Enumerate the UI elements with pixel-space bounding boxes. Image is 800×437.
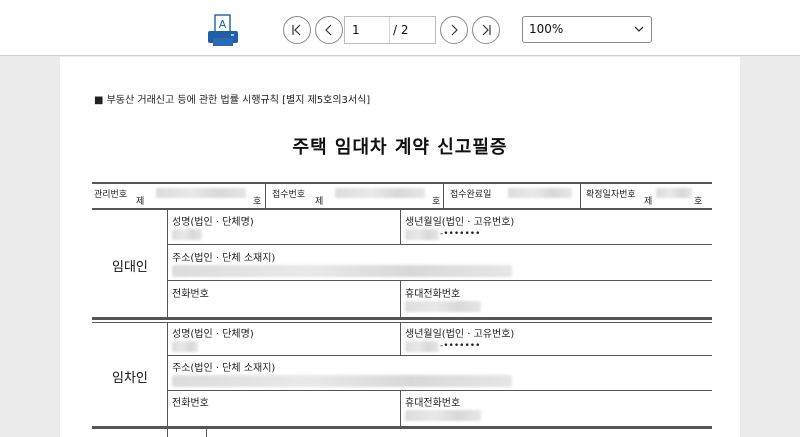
table-top-border [92, 182, 712, 184]
je-label: 제 [315, 197, 324, 207]
divider [265, 184, 266, 208]
first-page-button[interactable] [283, 16, 311, 44]
lessee-section-label: 임차인 [112, 371, 148, 386]
divider [400, 390, 401, 426]
lessor-section-label: 임대인 [112, 260, 148, 275]
redacted-value [405, 301, 481, 312]
lessor-mobile-label: 휴대전화번호 [405, 289, 461, 300]
lessee-birth-mask: -••••••• [440, 341, 481, 351]
lessee-name-label: 성명(법인 · 단체명) [172, 329, 254, 340]
divider [400, 323, 401, 355]
receipt-no-label: 접수번호 [272, 190, 306, 200]
section-divider [92, 317, 712, 320]
divider [443, 184, 444, 208]
prev-page-button[interactable] [315, 16, 343, 44]
print-button[interactable]: A [206, 14, 240, 48]
last-page-icon [482, 24, 491, 36]
redacted-value [405, 341, 439, 352]
redacted-value [656, 188, 692, 198]
printer-icon: A [208, 14, 238, 46]
je-label: 제 [136, 197, 145, 207]
redacted-value [172, 341, 198, 352]
divider [167, 323, 168, 426]
viewer-toolbar: A 1 / 2 100% [0, 0, 800, 56]
lessor-name-label: 성명(법인 · 단체명) [172, 217, 254, 228]
confirm-date-label: 확정일자번호 [586, 190, 636, 200]
last-page-button[interactable] [472, 16, 500, 44]
redacted-value [172, 375, 512, 387]
lessor-birth-label: 생년월일(법인 · 고유번호) [405, 217, 515, 228]
lessor-address-label: 주소(법인 · 단체 소재지) [172, 253, 276, 264]
divider [167, 390, 712, 391]
redacted-value [156, 188, 246, 198]
regulation-line: ■ 부동산 거래신고 등에 관한 법률 시행규칙 [별지 제5호의3서식] [94, 95, 371, 106]
redacted-value [172, 265, 512, 277]
divider [167, 244, 712, 245]
divider [167, 210, 168, 317]
chevron-down-icon [634, 26, 644, 32]
lessee-mobile-label: 휴대전화번호 [405, 398, 461, 409]
lessee-address-label: 주소(법인 · 단체 소재지) [172, 363, 276, 374]
first-page-icon [292, 24, 301, 36]
next-page-button[interactable] [440, 16, 468, 44]
lessor-birth-mask: -••••••• [440, 229, 481, 239]
lessee-phone-label: 전화번호 [172, 398, 209, 409]
prev-page-icon [325, 24, 332, 36]
section-divider [92, 322, 712, 323]
divider [206, 429, 207, 437]
receipt-done-label: 접수완료일 [450, 190, 492, 200]
divider [167, 280, 712, 281]
zoom-value: 100% [529, 22, 564, 36]
redacted-value [405, 229, 439, 240]
total-pages: / 2 [393, 23, 409, 37]
redacted-value [335, 188, 425, 198]
zoom-select[interactable]: 100% [522, 16, 652, 43]
ho-label: 호 [432, 197, 441, 207]
document-page: ■ 부동산 거래신고 등에 관한 법률 시행규칙 [별지 제5호의3서식] 주택… [60, 57, 740, 437]
je-label: 제 [644, 197, 653, 207]
divider [400, 210, 401, 244]
document-title: 주택 임대차 계약 신고필증 [292, 137, 508, 158]
ho-label: 호 [253, 197, 262, 207]
mgmt-no-label: 관리번호 [94, 190, 128, 200]
section-divider [92, 426, 712, 429]
divider [580, 184, 581, 208]
divider [400, 280, 401, 317]
current-page-input[interactable]: 1 [345, 17, 390, 43]
page-number-field[interactable]: 1 / 2 [344, 16, 436, 44]
svg-text:A: A [219, 18, 227, 31]
divider [167, 429, 168, 437]
lessee-birth-label: 생년월일(법인 · 고유번호) [405, 329, 515, 340]
divider [167, 355, 712, 356]
header-row-bottom [92, 208, 712, 210]
ho-label: 호 [694, 197, 703, 207]
redacted-value [405, 410, 481, 421]
next-page-icon [451, 24, 458, 36]
redacted-value [508, 188, 572, 198]
lessor-phone-label: 전화번호 [172, 289, 209, 300]
redacted-value [172, 229, 202, 240]
